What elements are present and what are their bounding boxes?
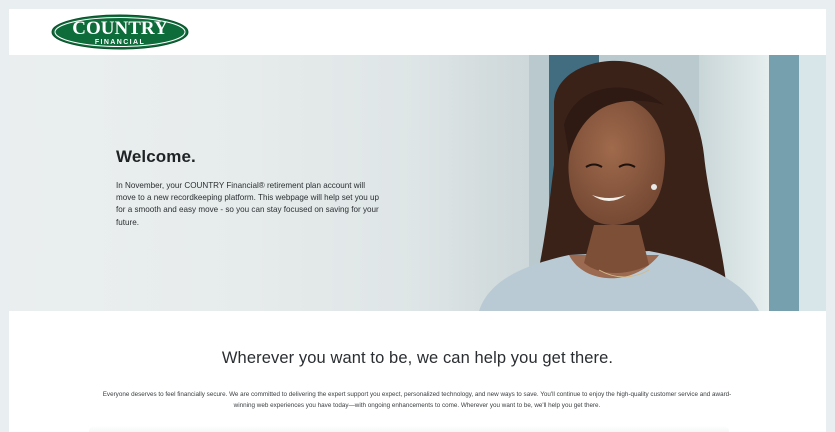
hero-banner: Welcome. In November, your COUNTRY Finan… — [9, 55, 826, 311]
site-header: COUNTRY FINANCIAL — [9, 9, 826, 56]
page-frame: COUNTRY FINANCIAL Welcome. In November, … — [9, 9, 826, 432]
welcome-message: In November, your COUNTRY Financial® ret… — [116, 181, 380, 227]
section-paragraph: Everyone deserves to feel financially se… — [102, 391, 732, 409]
card-shadow — [89, 426, 729, 432]
logo-sub-text: FINANCIAL — [95, 39, 145, 46]
logo-main-text: COUNTRY — [72, 18, 168, 39]
country-financial-logo[interactable]: COUNTRY FINANCIAL — [51, 14, 189, 50]
section-heading: Wherever you want to be, we can help you… — [221, 349, 614, 367]
welcome-heading: Welcome. — [116, 147, 196, 166]
